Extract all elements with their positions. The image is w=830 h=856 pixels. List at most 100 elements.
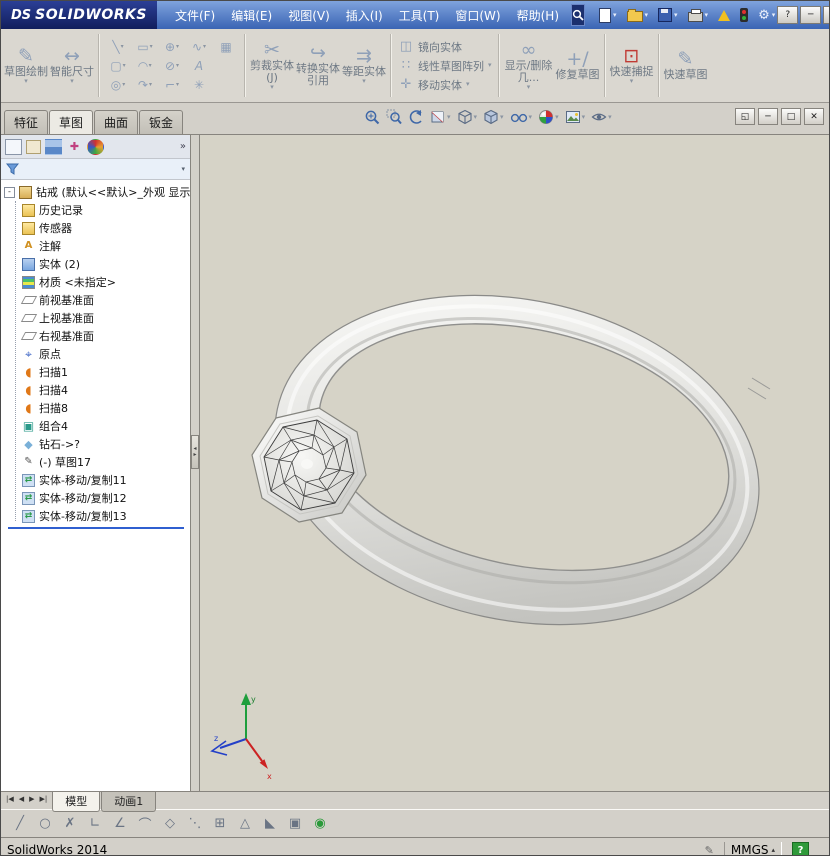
- minimize-button[interactable]: ─: [800, 6, 822, 24]
- snap-intersection-icon[interactable]: ✗: [61, 816, 79, 831]
- maximize-button[interactable]: □: [823, 6, 829, 24]
- snap-tangent-icon[interactable]: △: [236, 816, 254, 831]
- tab-surfaces[interactable]: 曲面: [94, 110, 139, 134]
- rectangle-tool-button[interactable]: ▭ ▾: [132, 38, 158, 56]
- panel-expand-chevron[interactable]: »: [180, 141, 186, 152]
- rebuild-button[interactable]: [738, 6, 750, 24]
- rollback-bar[interactable]: [8, 527, 184, 529]
- units-selector[interactable]: MMGS ▴: [723, 842, 782, 855]
- zoom-fit-button[interactable]: [363, 108, 381, 126]
- menu-window[interactable]: 窗口(W): [447, 2, 508, 29]
- sketch-button[interactable]: ✎ 草图绘制 ▾: [3, 30, 49, 101]
- offset-entities-button[interactable]: ⇉ 等距实体 ▾: [341, 30, 387, 101]
- repair-sketch-button[interactable]: +/ 修复草图: [555, 30, 601, 101]
- tab-sheet-metal[interactable]: 钣金: [139, 110, 184, 134]
- tree-item-front-plane[interactable]: 前视基准面: [10, 291, 190, 309]
- menu-insert[interactable]: 插入(I): [338, 2, 391, 29]
- tree-item-sweep1[interactable]: ◖ 扫描1: [10, 363, 190, 381]
- doc-close-button[interactable]: ✕: [804, 108, 824, 125]
- arc-tool-button[interactable]: ◠ ▾: [132, 57, 158, 75]
- tree-item-annotations[interactable]: A 注解: [10, 237, 190, 255]
- tree-item-sketch17[interactable]: ✎ (-) 草图17: [10, 453, 190, 471]
- tab-features[interactable]: 特征: [4, 110, 49, 134]
- smart-dimension-button[interactable]: ↔ 智能尺寸 ▾: [49, 30, 95, 101]
- propertymanager-tab-icon[interactable]: [26, 139, 41, 154]
- display-style-button[interactable]: ▾: [482, 108, 505, 126]
- ellipse-tool-button[interactable]: ⊘ ▾: [159, 57, 185, 75]
- tree-item-material[interactable]: 材质 <未指定>: [10, 273, 190, 291]
- tree-item-history[interactable]: 历史记录: [10, 201, 190, 219]
- circle-tool-button[interactable]: ⊕ ▾: [159, 38, 185, 56]
- panel-splitter[interactable]: ◂ ▸: [191, 135, 200, 791]
- view-orientation-button[interactable]: ▾: [456, 108, 479, 126]
- linear-sketch-pattern-button[interactable]: ∷ 线性草图阵列 ▾: [398, 58, 492, 74]
- tree-item-move-copy11[interactable]: ⇄ 实体-移动/复制11: [10, 471, 190, 489]
- tree-item-diamond[interactable]: ◆ 钻石->?: [10, 435, 190, 453]
- menu-tools[interactable]: 工具(T): [391, 2, 448, 29]
- doc-restore-button[interactable]: □: [781, 108, 801, 125]
- menu-file[interactable]: 文件(F): [167, 2, 223, 29]
- convert-entities-button[interactable]: ↪ 转换实体引用: [295, 30, 341, 101]
- tab-animation1[interactable]: 动画1: [101, 792, 157, 812]
- tree-item-top-plane[interactable]: 上视基准面: [10, 309, 190, 327]
- snap-nearest-icon[interactable]: ⋱: [186, 816, 204, 831]
- snap-circle-icon[interactable]: ○: [36, 816, 54, 831]
- tree-item-move-copy13[interactable]: ⇄ 实体-移动/复制13: [10, 507, 190, 525]
- status-help-button[interactable]: ?: [792, 841, 809, 855]
- splitter-grip[interactable]: ◂ ▸: [191, 435, 199, 469]
- tab-nav-prev-icon[interactable]: ◀: [17, 794, 26, 804]
- tree-item-right-plane[interactable]: 右视基准面: [10, 327, 190, 345]
- edit-appearance-button[interactable]: ▾: [537, 108, 560, 126]
- fillet-tool-button[interactable]: ⌐ ▾: [159, 76, 185, 94]
- construction-rect-button[interactable]: ▦: [213, 38, 239, 56]
- tab-nav-first-icon[interactable]: |◀: [4, 794, 16, 804]
- displaymanager-tab-icon[interactable]: [87, 138, 104, 155]
- text-tool-button[interactable]: A: [186, 57, 212, 75]
- doc-pin-button[interactable]: ◱: [735, 108, 755, 125]
- section-view-button[interactable]: ▾: [429, 108, 452, 126]
- tree-item-origin[interactable]: ⌖ 原点: [10, 345, 190, 363]
- warning-button[interactable]: [716, 8, 732, 23]
- search-button[interactable]: [571, 4, 585, 26]
- snap-angle-icon[interactable]: ∠: [111, 816, 129, 831]
- help-button[interactable]: ?: [777, 6, 799, 24]
- snap-arc-icon[interactable]: ⌒: [136, 814, 154, 833]
- trim-entities-button[interactable]: ✂ 剪裁实体(J) ▾: [249, 30, 295, 101]
- corner-rectangle-button[interactable]: ▢ ▾: [105, 57, 131, 75]
- tangent-arc-button[interactable]: ↷ ▾: [132, 76, 158, 94]
- tree-root-expander[interactable]: -: [4, 186, 15, 198]
- snap-box-icon[interactable]: ▣: [286, 816, 304, 831]
- quick-snaps-button[interactable]: ⊡ 快速捕捉 ▾: [609, 30, 655, 101]
- tree-item-move-copy12[interactable]: ⇄ 实体-移动/复制12: [10, 489, 190, 507]
- view-settings-button[interactable]: ▾: [590, 108, 613, 126]
- doc-minimize-button[interactable]: ─: [758, 108, 778, 125]
- print-button[interactable]: ▾: [686, 6, 711, 24]
- line-tool-button[interactable]: ╲ ▾: [105, 38, 131, 56]
- tree-item-sweep8[interactable]: ◖ 扫描8: [10, 399, 190, 417]
- apply-scene-button[interactable]: ▾: [564, 108, 587, 126]
- hide-show-items-button[interactable]: ▾: [509, 108, 534, 126]
- featuremanager-tab-icon[interactable]: [5, 138, 22, 155]
- tree-root-item[interactable]: - 钻戒 (默认<<默认>_外观 显示...: [4, 183, 190, 201]
- point-tool-button[interactable]: ✳: [186, 76, 212, 94]
- configurationmanager-tab-icon[interactable]: [45, 138, 62, 155]
- snap-grid-icon[interactable]: ⊞: [211, 816, 229, 831]
- options-button[interactable]: ⚙ ▾: [756, 7, 777, 24]
- save-button[interactable]: ▾: [656, 6, 680, 24]
- graphics-viewport[interactable]: y z x: [200, 135, 829, 791]
- previous-view-button[interactable]: [407, 108, 425, 126]
- menu-view[interactable]: 视图(V): [280, 2, 338, 29]
- display-delete-relations-button[interactable]: ∞ 显示/删除几... ▾: [503, 30, 555, 101]
- open-button[interactable]: ▾: [625, 6, 651, 24]
- snap-enabled-icon[interactable]: ◉: [311, 816, 329, 831]
- menu-edit[interactable]: 编辑(E): [223, 2, 280, 29]
- spline-tool-button[interactable]: ∿ ▾: [186, 38, 212, 56]
- menu-help[interactable]: 帮助(H): [509, 2, 567, 29]
- snap-quadrant-icon[interactable]: ◣: [261, 816, 279, 831]
- tree-item-sensors[interactable]: 传感器: [10, 219, 190, 237]
- tree-filter-bar[interactable]: ▾: [1, 159, 190, 180]
- tab-sketch[interactable]: 草图: [49, 110, 94, 134]
- dimxpert-tab-icon[interactable]: ✚: [66, 139, 83, 155]
- mirror-entities-button[interactable]: ◫ 镜向实体: [398, 39, 492, 55]
- tab-nav-last-icon[interactable]: ▶|: [38, 794, 50, 804]
